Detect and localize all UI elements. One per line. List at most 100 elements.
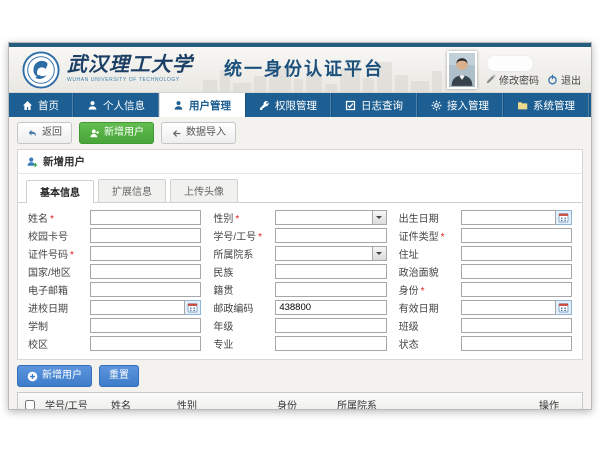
reset-button[interactable]: 重置 bbox=[99, 365, 139, 387]
user-table: 学号/工号姓名性别身份所属院系操作 bbox=[17, 392, 583, 409]
change-password-link[interactable]: 修改密码 bbox=[485, 72, 539, 91]
nav-item-label: 个人信息 bbox=[103, 98, 145, 113]
major-input[interactable] bbox=[275, 336, 386, 351]
birth-date-input[interactable] bbox=[461, 210, 556, 225]
field-schooling-length: 学制 bbox=[28, 318, 201, 333]
field-label-campus: 校区 bbox=[28, 336, 90, 351]
nav-item-access-management[interactable]: 接入管理 bbox=[417, 93, 503, 117]
tab-basic-info[interactable]: 基本信息 bbox=[26, 180, 94, 203]
field-department: 所属院系 bbox=[213, 246, 386, 261]
data-import-label: 数据导入 bbox=[186, 126, 226, 140]
table-column-header-3: 身份 bbox=[274, 393, 334, 409]
campus-card-input[interactable] bbox=[90, 228, 201, 243]
chevron-down-icon[interactable] bbox=[373, 246, 387, 261]
chevron-down-icon[interactable] bbox=[373, 210, 387, 225]
student-id-input[interactable] bbox=[275, 228, 386, 243]
select-all-checkbox[interactable] bbox=[25, 400, 35, 410]
id-type-input[interactable] bbox=[461, 228, 572, 243]
nav-item-home[interactable]: 首页 bbox=[9, 93, 73, 117]
table-header: 学号/工号姓名性别身份所属院系操作 bbox=[18, 393, 582, 409]
field-political-status: 政治面貌 bbox=[399, 264, 572, 279]
field-label-department: 所属院系 bbox=[213, 246, 275, 261]
status-input[interactable] bbox=[461, 336, 572, 351]
nav-item-user-management[interactable]: 用户管理 bbox=[159, 93, 245, 117]
nav-item-permission-management[interactable]: 权限管理 bbox=[245, 93, 331, 117]
field-label-valid-date: 有效日期 bbox=[399, 300, 461, 315]
submit-label: 新增用户 bbox=[42, 369, 82, 383]
calendar-icon[interactable] bbox=[556, 300, 572, 315]
field-label-entry-date: 进校日期 bbox=[28, 300, 90, 315]
id-number-input[interactable] bbox=[90, 246, 201, 261]
submit-add-user-button[interactable]: 新增用户 bbox=[17, 365, 92, 387]
political-status-input[interactable] bbox=[461, 264, 572, 279]
new-user-panel: 新增用户 基本信息扩展信息上传头像 姓名*性别*出生日期校园卡号学号/工号*证件… bbox=[17, 149, 583, 360]
arrow-left-icon bbox=[171, 128, 182, 139]
nav-item-personal-info[interactable]: 个人信息 bbox=[73, 93, 159, 117]
address-input[interactable] bbox=[461, 246, 572, 261]
university-name-en: WUHAN UNIVERSITY OF TECHNOLOGY bbox=[67, 77, 193, 83]
nav-item-subscription-management[interactable]: 订阅管理 bbox=[589, 93, 592, 117]
email-input[interactable] bbox=[90, 282, 201, 297]
nav-item-label: 接入管理 bbox=[447, 98, 489, 113]
field-name: 姓名* bbox=[28, 210, 201, 225]
country-region-input[interactable] bbox=[90, 264, 201, 279]
entry-date-input[interactable] bbox=[90, 300, 185, 315]
university-logo bbox=[22, 51, 60, 89]
native-place-input[interactable] bbox=[275, 282, 386, 297]
field-label-schooling-length: 学制 bbox=[28, 318, 90, 333]
add-user-label: 新增用户 bbox=[104, 126, 144, 140]
schooling-length-input[interactable] bbox=[90, 318, 201, 333]
campus-input[interactable] bbox=[90, 336, 201, 351]
add-user-button[interactable]: 新增用户 bbox=[79, 122, 154, 144]
panel-title: 新增用户 bbox=[43, 154, 85, 169]
class-input[interactable] bbox=[461, 318, 572, 333]
back-label: 返回 bbox=[42, 126, 62, 140]
panel-header: 新增用户 bbox=[18, 150, 582, 174]
ethnicity-input[interactable] bbox=[275, 264, 386, 279]
nav-item-label: 系统管理 bbox=[533, 98, 575, 113]
tab-upload-avatar[interactable]: 上传头像 bbox=[170, 179, 238, 202]
calendar-icon[interactable] bbox=[556, 210, 572, 225]
required-asterisk: * bbox=[235, 214, 239, 225]
postal-code-input[interactable] bbox=[275, 300, 386, 315]
logout-link[interactable]: 退出 bbox=[547, 72, 581, 91]
data-import-button[interactable]: 数据导入 bbox=[161, 122, 236, 144]
field-label-gender: 性别* bbox=[213, 210, 275, 225]
tab-extended-info[interactable]: 扩展信息 bbox=[98, 179, 166, 202]
department-input[interactable] bbox=[275, 246, 372, 261]
person-icon bbox=[173, 100, 184, 111]
table-column-header-5: 操作 bbox=[536, 393, 582, 409]
name-input[interactable] bbox=[90, 210, 201, 225]
back-button[interactable]: 返回 bbox=[17, 122, 72, 144]
nav-item-label: 日志查询 bbox=[361, 98, 403, 113]
field-label-postal-code: 邮政编码 bbox=[213, 300, 275, 315]
field-status: 状态 bbox=[399, 336, 572, 351]
gender-input[interactable] bbox=[275, 210, 372, 225]
identity-input[interactable] bbox=[461, 282, 572, 297]
folder-icon bbox=[517, 100, 528, 111]
field-label-identity: 身份* bbox=[399, 282, 461, 297]
table-column-header-1: 姓名 bbox=[108, 393, 174, 409]
required-asterisk: * bbox=[258, 232, 262, 243]
field-ethnicity: 民族 bbox=[213, 264, 386, 279]
nav-item-log-query[interactable]: 日志查询 bbox=[331, 93, 417, 117]
field-label-name: 姓名* bbox=[28, 210, 90, 225]
valid-date-input[interactable] bbox=[461, 300, 556, 315]
field-id-number: 证件号码* bbox=[28, 246, 201, 261]
field-country-region: 国家/地区 bbox=[28, 264, 201, 279]
grade-input[interactable] bbox=[275, 318, 386, 333]
app-window: 武汉理工大学 WUHAN UNIVERSITY OF TECHNOLOGY 统一… bbox=[8, 42, 592, 410]
field-label-id-type: 证件类型* bbox=[399, 228, 461, 243]
calendar-icon[interactable] bbox=[185, 300, 201, 315]
add-user-icon bbox=[89, 128, 100, 139]
logout-label: 退出 bbox=[561, 72, 581, 87]
field-gender: 性别* bbox=[213, 210, 386, 225]
user-area: 修改密码 退出 bbox=[447, 51, 581, 91]
nav-item-system-management[interactable]: 系统管理 bbox=[503, 93, 589, 117]
university-name: 武汉理工大学 bbox=[67, 52, 193, 76]
checklist-icon bbox=[345, 100, 356, 111]
tabs: 基本信息扩展信息上传头像 bbox=[18, 174, 582, 203]
field-label-native-place: 籍贯 bbox=[213, 282, 275, 297]
banner: 武汉理工大学 WUHAN UNIVERSITY OF TECHNOLOGY 统一… bbox=[9, 47, 591, 93]
table-column-header-4: 所属院系 bbox=[334, 393, 536, 409]
